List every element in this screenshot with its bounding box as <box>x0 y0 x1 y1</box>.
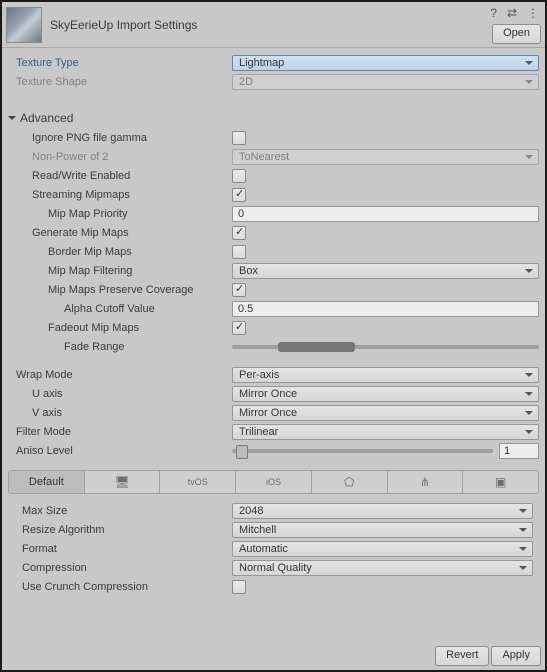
tab-default[interactable]: Default <box>9 471 85 493</box>
mip-priority-label: Mip Map Priority <box>2 208 232 220</box>
monitor-icon: 🖥 <box>114 475 129 489</box>
crunch-compression-checkbox[interactable] <box>232 580 246 594</box>
mipmap-filtering-label: Mip Map Filtering <box>2 265 232 277</box>
v-axis-dropdown[interactable]: Mirror Once <box>232 405 539 421</box>
texture-type-dropdown[interactable]: Lightmap <box>232 55 539 71</box>
compression-label: Compression <box>8 562 232 574</box>
ignore-png-label: Ignore PNG file gamma <box>2 132 232 144</box>
header-block: SkyEerieUp Import Settings ? ⇄ ⋮ Open <box>2 2 545 48</box>
help-icon[interactable]: ? <box>490 6 497 20</box>
resize-algorithm-dropdown[interactable]: Mitchell <box>232 522 533 538</box>
preserve-coverage-label: Mip Maps Preserve Coverage <box>2 284 232 296</box>
max-size-dropdown[interactable]: 2048 <box>232 503 533 519</box>
aniso-level-slider[interactable] <box>232 449 493 453</box>
revert-button[interactable]: Revert <box>435 646 489 666</box>
fade-range-slider[interactable] <box>232 345 539 349</box>
aniso-level-field[interactable]: 1 <box>499 443 539 459</box>
panel-title: SkyEerieUp Import Settings <box>50 18 197 32</box>
ios-icon: iOS <box>266 477 281 487</box>
tab-standalone[interactable]: 🖥 <box>85 471 161 493</box>
fade-range-label: Fade Range <box>2 341 232 353</box>
aniso-level-label: Aniso Level <box>2 445 232 457</box>
streaming-mipmaps-checkbox[interactable] <box>232 188 246 202</box>
format-label: Format <box>8 543 232 555</box>
context-menu-icon[interactable]: ⋮ <box>527 6 539 20</box>
asset-thumbnail <box>6 7 42 43</box>
platform-tabs: Default 🖥 tvOS iOS ⬠ ⋔ ▣ <box>8 470 539 494</box>
wrap-mode-label: Wrap Mode <box>2 369 232 381</box>
npot-label: Non-Power of 2 <box>2 151 232 163</box>
tab-lumin[interactable]: ▣ <box>463 471 538 493</box>
mipmap-filtering-dropdown[interactable]: Box <box>232 263 539 279</box>
filter-mode-dropdown[interactable]: Trilinear <box>232 424 539 440</box>
readwrite-label: Read/Write Enabled <box>2 170 232 182</box>
tab-tvos[interactable]: tvOS <box>160 471 236 493</box>
android-icon: ⋔ <box>420 475 430 489</box>
border-mipmaps-label: Border Mip Maps <box>2 246 232 258</box>
filter-mode-label: Filter Mode <box>2 426 232 438</box>
inspector-panel: SkyEerieUp Import Settings ? ⇄ ⋮ Open Te… <box>0 0 547 672</box>
u-axis-dropdown[interactable]: Mirror Once <box>232 386 539 402</box>
advanced-foldout[interactable]: Advanced <box>2 109 545 127</box>
texture-type-label: Texture Type <box>2 57 232 69</box>
open-button[interactable]: Open <box>492 24 541 44</box>
tab-ios[interactable]: iOS <box>236 471 312 493</box>
generate-mipmaps-label: Generate Mip Maps <box>2 227 232 239</box>
texture-shape-label: Texture Shape <box>2 76 232 88</box>
mip-priority-field[interactable]: 0 <box>232 206 539 222</box>
readwrite-checkbox[interactable] <box>232 169 246 183</box>
alpha-cutoff-label: Alpha Cutoff Value <box>2 303 232 315</box>
u-axis-label: U axis <box>2 388 232 400</box>
footer-buttons: Revert Apply <box>435 646 541 666</box>
max-size-label: Max Size <box>8 505 232 517</box>
lumin-icon: ▣ <box>495 475 506 489</box>
ignore-png-checkbox[interactable] <box>232 131 246 145</box>
tab-webgl[interactable]: ⬠ <box>312 471 388 493</box>
npot-dropdown: ToNearest <box>232 149 539 165</box>
panel-body: Texture Type Lightmap Texture Shape 2D A… <box>2 48 545 600</box>
tab-android[interactable]: ⋔ <box>388 471 464 493</box>
compression-dropdown[interactable]: Normal Quality <box>232 560 533 576</box>
fadeout-mipmaps-label: Fadeout Mip Maps <box>2 322 232 334</box>
webgl-icon: ⬠ <box>344 475 354 489</box>
wrap-mode-dropdown[interactable]: Per-axis <box>232 367 539 383</box>
preset-icon[interactable]: ⇄ <box>507 6 517 20</box>
preserve-coverage-checkbox[interactable] <box>232 283 246 297</box>
format-dropdown[interactable]: Automatic <box>232 541 533 557</box>
streaming-mipmaps-label: Streaming Mipmaps <box>2 189 232 201</box>
foldout-arrow-icon <box>8 116 16 124</box>
apply-button[interactable]: Apply <box>491 646 541 666</box>
border-mipmaps-checkbox[interactable] <box>232 245 246 259</box>
fadeout-mipmaps-checkbox[interactable] <box>232 321 246 335</box>
tvos-icon: tvOS <box>188 477 208 487</box>
v-axis-label: V axis <box>2 407 232 419</box>
generate-mipmaps-checkbox[interactable] <box>232 226 246 240</box>
resize-algorithm-label: Resize Algorithm <box>8 524 232 536</box>
alpha-cutoff-field[interactable]: 0.5 <box>232 301 539 317</box>
advanced-label: Advanced <box>20 111 73 125</box>
platform-tab-contents: Max Size 2048 Resize Algorithm Mitchell … <box>8 498 539 600</box>
texture-shape-dropdown: 2D <box>232 74 539 90</box>
crunch-compression-label: Use Crunch Compression <box>8 581 232 593</box>
